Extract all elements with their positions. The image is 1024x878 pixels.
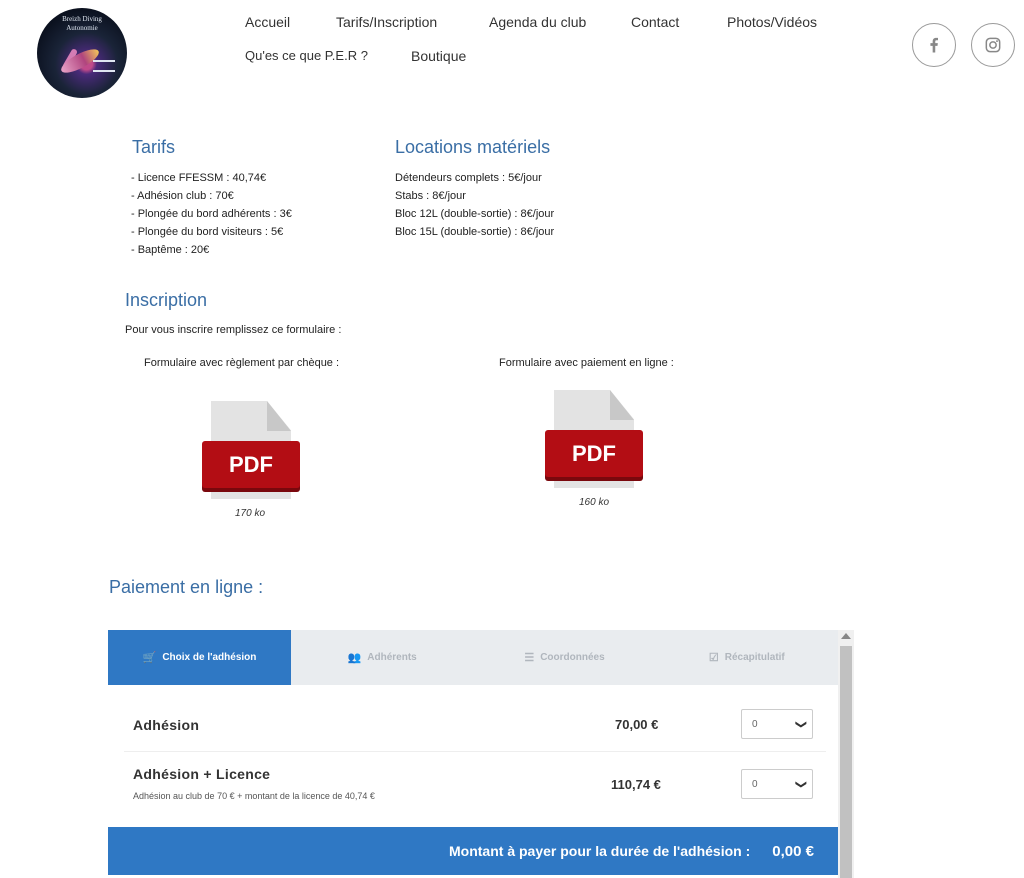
inscription-intro: Pour vous inscrire remplissez ce formula…: [125, 324, 342, 336]
tarif-item: - Plongée du bord visiteurs : 5€: [131, 226, 284, 238]
tarifs-list: - Licence FFESSM : 40,74€ - Adhésion clu…: [131, 169, 292, 259]
users-icon: 👥: [347, 652, 362, 664]
quantity-select-adhesion-licence[interactable]: 0 ❯: [741, 769, 813, 799]
chevron-down-icon: ❯: [794, 779, 807, 790]
list-icon: ☰: [524, 652, 535, 664]
tab-label: Coordonnées: [540, 652, 605, 663]
check-square-icon: ☑: [708, 652, 719, 664]
pdf-size-cheque: 170 ko: [235, 508, 266, 519]
tab-adherents[interactable]: 👥 Adhérents: [291, 630, 473, 685]
tab-coordonnees[interactable]: ☰ Coordonnées: [473, 630, 655, 685]
pdf-icon: PDF: [545, 430, 643, 477]
nav-contact[interactable]: Contact: [631, 14, 679, 30]
locations-list: Détendeurs complets : 5€/jour Stabs : 8€…: [395, 169, 554, 241]
membership-license-desc: Adhésion au club de 70 € + montant de la…: [133, 791, 375, 801]
pdf-size-online: 160 ko: [579, 497, 610, 508]
logo-fish: [93, 60, 115, 72]
tab-label: Récapitulatif: [724, 652, 785, 663]
location-item: Détendeurs complets : 5€/jour: [395, 172, 542, 184]
pdf-icon: PDF: [202, 441, 300, 488]
tarif-item: - Baptême : 20€: [131, 244, 210, 256]
cart-icon: 🛒: [142, 652, 157, 664]
quantity-select-adhesion[interactable]: 0 ❯: [741, 709, 813, 739]
scrollbar-thumb[interactable]: [840, 646, 852, 878]
tarifs-title: Tarifs: [132, 137, 176, 157]
nav-accueil[interactable]: Accueil: [245, 14, 290, 30]
location-item: Bloc 12L (double-sortie) : 8€/jour: [395, 208, 555, 220]
payment-steps: 🛒 Choix de l'adhésion 👥 Adhérents ☰ Coor…: [108, 630, 838, 685]
payment-widget: 🛒 Choix de l'adhésion 👥 Adhérents ☰ Coor…: [108, 630, 854, 878]
tab-label: Choix de l'adhésion: [162, 652, 257, 663]
chevron-down-icon: ❯: [794, 719, 807, 730]
locations-title: Locations matériels: [395, 137, 551, 157]
facebook-link[interactable]: [912, 23, 956, 67]
pdf-download-cheque[interactable]: PDF: [202, 401, 300, 501]
location-item: Stabs : 8€/jour: [395, 190, 466, 202]
logo-text: Breizh Diving Autonomie: [62, 15, 102, 32]
tarif-item: - Licence FFESSM : 40,74€: [131, 172, 267, 184]
tab-recapitulatif[interactable]: ☑ Récapitulatif: [656, 630, 838, 685]
nav-photos-videos[interactable]: Photos/Vidéos: [727, 14, 817, 30]
tarif-item: - Adhésion club : 70€: [131, 190, 234, 202]
total-amount: 0,00 €: [772, 842, 814, 860]
membership-name: Adhésion: [133, 717, 200, 733]
nav-tarifs-inscription[interactable]: Tarifs/Inscription: [336, 14, 437, 30]
club-logo[interactable]: Breizh Diving Autonomie: [37, 8, 127, 98]
membership-row: Adhésion 70,00 € 0 ❯: [124, 685, 826, 752]
membership-license-name: Adhésion + Licence: [133, 766, 271, 782]
tab-choix-adhesion[interactable]: 🛒 Choix de l'adhésion: [108, 630, 291, 685]
scroll-up-arrow[interactable]: [841, 633, 851, 639]
location-item: Bloc 15L (double-sortie) : 8€/jour: [395, 226, 555, 238]
instagram-link[interactable]: [971, 23, 1015, 67]
facebook-icon: [930, 37, 938, 53]
tab-label: Adhérents: [367, 652, 417, 663]
scrollbar[interactable]: [838, 630, 854, 878]
instagram-icon: [985, 37, 1001, 53]
nav-agenda[interactable]: Agenda du club: [489, 14, 586, 30]
total-bar: Montant à payer pour la durée de l'adhés…: [108, 827, 838, 875]
inscription-title: Inscription: [125, 290, 208, 310]
quantity-value: 0: [752, 779, 758, 790]
pdf-download-online[interactable]: PDF: [545, 390, 643, 490]
quantity-value: 0: [752, 719, 758, 730]
membership-price: 70,00 €: [615, 717, 659, 732]
nav-per[interactable]: Qu'es ce que P.E.R ?: [245, 48, 368, 63]
tarif-item: - Plongée du bord adhérents : 3€: [131, 208, 292, 220]
form-cheque-label: Formulaire avec règlement par chèque :: [144, 357, 340, 369]
total-label: Montant à payer pour la durée de l'adhés…: [449, 843, 751, 859]
nav-boutique[interactable]: Boutique: [411, 48, 466, 64]
payment-title: Paiement en ligne :: [109, 577, 264, 597]
membership-license-price: 110,74 €: [611, 777, 661, 792]
membership-license-row: Adhésion + Licence Adhésion au club de 7…: [108, 752, 838, 827]
form-online-label: Formulaire avec paiement en ligne :: [499, 357, 674, 369]
